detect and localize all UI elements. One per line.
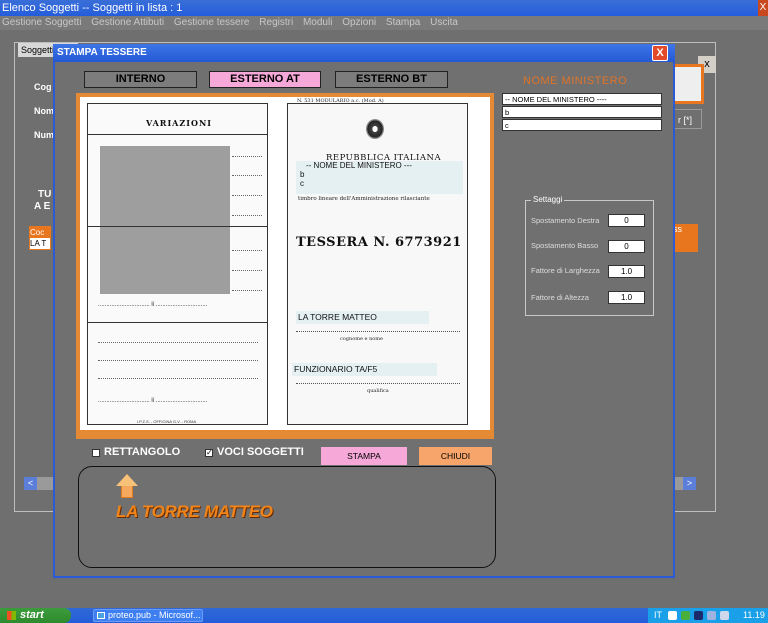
card-divider [88, 322, 267, 323]
card-photo-placeholder [100, 146, 230, 294]
app-close-button[interactable]: X [758, 0, 768, 16]
card-variazioni-heading: VARIAZIONI [146, 118, 212, 128]
card-dotted-line [296, 331, 460, 332]
tray-antivirus-icon[interactable] [681, 611, 690, 620]
card-cognome-caption: cognome e nome [340, 336, 384, 342]
card-footer: I.P.Z.S. - OFFICINA G.V. - ROMA [137, 419, 197, 424]
tray-speaker-icon[interactable] [720, 611, 729, 620]
card-funzionario: FUNZIONARIO TA/F5 [292, 363, 437, 376]
nome-ministero-label: NOME MINISTERO [523, 75, 628, 87]
label-voci-soggetti: VOCI SOGGETTI [217, 446, 304, 458]
tray-app-icon[interactable] [707, 611, 716, 620]
arrow-up-icon [116, 474, 138, 486]
background-list-header: Coc [30, 227, 50, 238]
card-dotted-line [98, 378, 258, 379]
background-label-numero: Num [34, 130, 54, 140]
tab-esterno-at[interactable]: ESTERNO AT [209, 71, 321, 88]
chiudi-button[interactable]: CHIUDI [419, 447, 492, 465]
dialog-close-button[interactable]: X [652, 45, 668, 61]
card-divider [88, 226, 267, 227]
card-dotted-line [232, 215, 262, 216]
checkbox-rettangolo[interactable] [92, 449, 100, 457]
menu-registri[interactable]: Registri [259, 17, 293, 28]
windows-logo-icon [7, 611, 16, 620]
card-dotted-line [232, 175, 262, 176]
dialog-title-bar: STAMPA TESSERE [53, 44, 675, 62]
card-tessera-number: TESSERA N. 6773921 [296, 235, 462, 250]
card-dotted-line [98, 360, 258, 361]
input-spostamento-basso[interactable]: 0 [608, 240, 645, 253]
input-fattore-altezza[interactable]: 1.0 [608, 291, 645, 304]
menu-stampa[interactable]: Stampa [386, 17, 420, 28]
card-form-number: N. 531 MODULARIO a.c. (Mod. A) [297, 98, 384, 104]
tray-monitor-icon[interactable] [694, 611, 703, 620]
input-spostamento-destra[interactable]: 0 [608, 214, 645, 227]
card-ministero-line: -- NOME DEL MINISTERO --- [306, 161, 412, 170]
card-signature-line-2: ............................... li .....… [98, 398, 208, 404]
selected-subject-name: LA TORRE MATTEO [116, 502, 273, 521]
card-signature-line-1: ............................... li .....… [98, 302, 208, 308]
card-dotted-line [232, 250, 262, 251]
card-ministero-box: -- NOME DEL MINISTERO --- b c [296, 161, 463, 194]
checkbox-voci-soggetti[interactable]: ✓ [205, 449, 213, 457]
background-label-tu: TU [38, 189, 52, 200]
language-indicator[interactable]: IT [654, 608, 662, 623]
card-timbro: timbro lineare dell'Amministrazione rila… [298, 196, 430, 202]
menu-moduli[interactable]: Moduli [303, 17, 332, 28]
card-ministero-line: b [300, 170, 305, 179]
tab-interno[interactable]: INTERNO [84, 71, 197, 88]
app-menu-bar: Gestione Soggetti Gestione Attibuti Gest… [0, 16, 768, 30]
app-title-bar: Elenco Soggetti -- Soggetti in lista : 1 [0, 0, 768, 16]
input-fattore-larghezza[interactable]: 1.0 [608, 265, 645, 278]
label-rettangolo: RETTANGOLO [104, 446, 181, 458]
label-fattore-altezza: Fattore di Altezza [531, 293, 589, 302]
card-qualifica-caption: qualifica [367, 388, 389, 394]
background-list-row[interactable]: LA T [30, 238, 50, 249]
card-dotted-line [98, 342, 258, 343]
app-title: Elenco Soggetti -- Soggetti in lista : 1 [2, 2, 183, 14]
ministero-field-1[interactable]: -- NOME DEL MINISTERO ---- [502, 93, 662, 105]
card-dotted-line [232, 156, 262, 157]
settaggi-legend: Settaggi [531, 195, 565, 204]
taskbar-item-proteo[interactable]: proteo.pub - Microsof... [93, 609, 203, 622]
background-label-ae: A E [34, 201, 51, 212]
card-right-page [287, 103, 468, 425]
ministero-field-3[interactable]: c [502, 119, 662, 131]
menu-gestione-soggetti[interactable]: Gestione Soggetti [2, 17, 82, 28]
card-ministero-line: c [300, 179, 304, 188]
label-fattore-larghezza: Fattore di Larghezza [531, 266, 600, 275]
scroll-right-arrow-icon[interactable]: > [683, 477, 696, 490]
clock: 11.19 [743, 610, 765, 620]
background-label-nome: Nom [34, 106, 54, 116]
tab-esterno-bt[interactable]: ESTERNO BT [335, 71, 448, 88]
dialog-title: STAMPA TESSERE [57, 47, 147, 58]
arrow-up-icon-stem [121, 486, 133, 498]
card-dotted-line [232, 195, 262, 196]
card-holder-name: LA TORRE MATTEO [296, 311, 429, 324]
tray-network-icon[interactable] [668, 611, 677, 620]
menu-gestione-tessere[interactable]: Gestione tessere [174, 17, 250, 28]
menu-uscita[interactable]: Uscita [430, 17, 458, 28]
menu-gestione-attributi[interactable]: Gestione Attibuti [91, 17, 164, 28]
stampa-button[interactable]: STAMPA [321, 447, 407, 465]
menu-opzioni[interactable]: Opzioni [342, 17, 376, 28]
publisher-icon [97, 612, 105, 619]
ministero-field-2[interactable]: b [502, 106, 662, 118]
label-spostamento-basso: Spostamento Basso [531, 241, 599, 250]
italian-emblem-icon [366, 119, 384, 139]
background-label-cognome: Cog [34, 82, 52, 92]
card-dotted-line [232, 290, 262, 291]
background-list-left[interactable]: Coc LA T [29, 226, 51, 250]
card-dotted-line [296, 383, 460, 384]
card-dotted-line [232, 270, 262, 271]
label-spostamento-destra: Spostamento Destra [531, 216, 600, 225]
scroll-left-arrow-icon[interactable]: < [24, 477, 37, 490]
card-divider [88, 134, 267, 135]
